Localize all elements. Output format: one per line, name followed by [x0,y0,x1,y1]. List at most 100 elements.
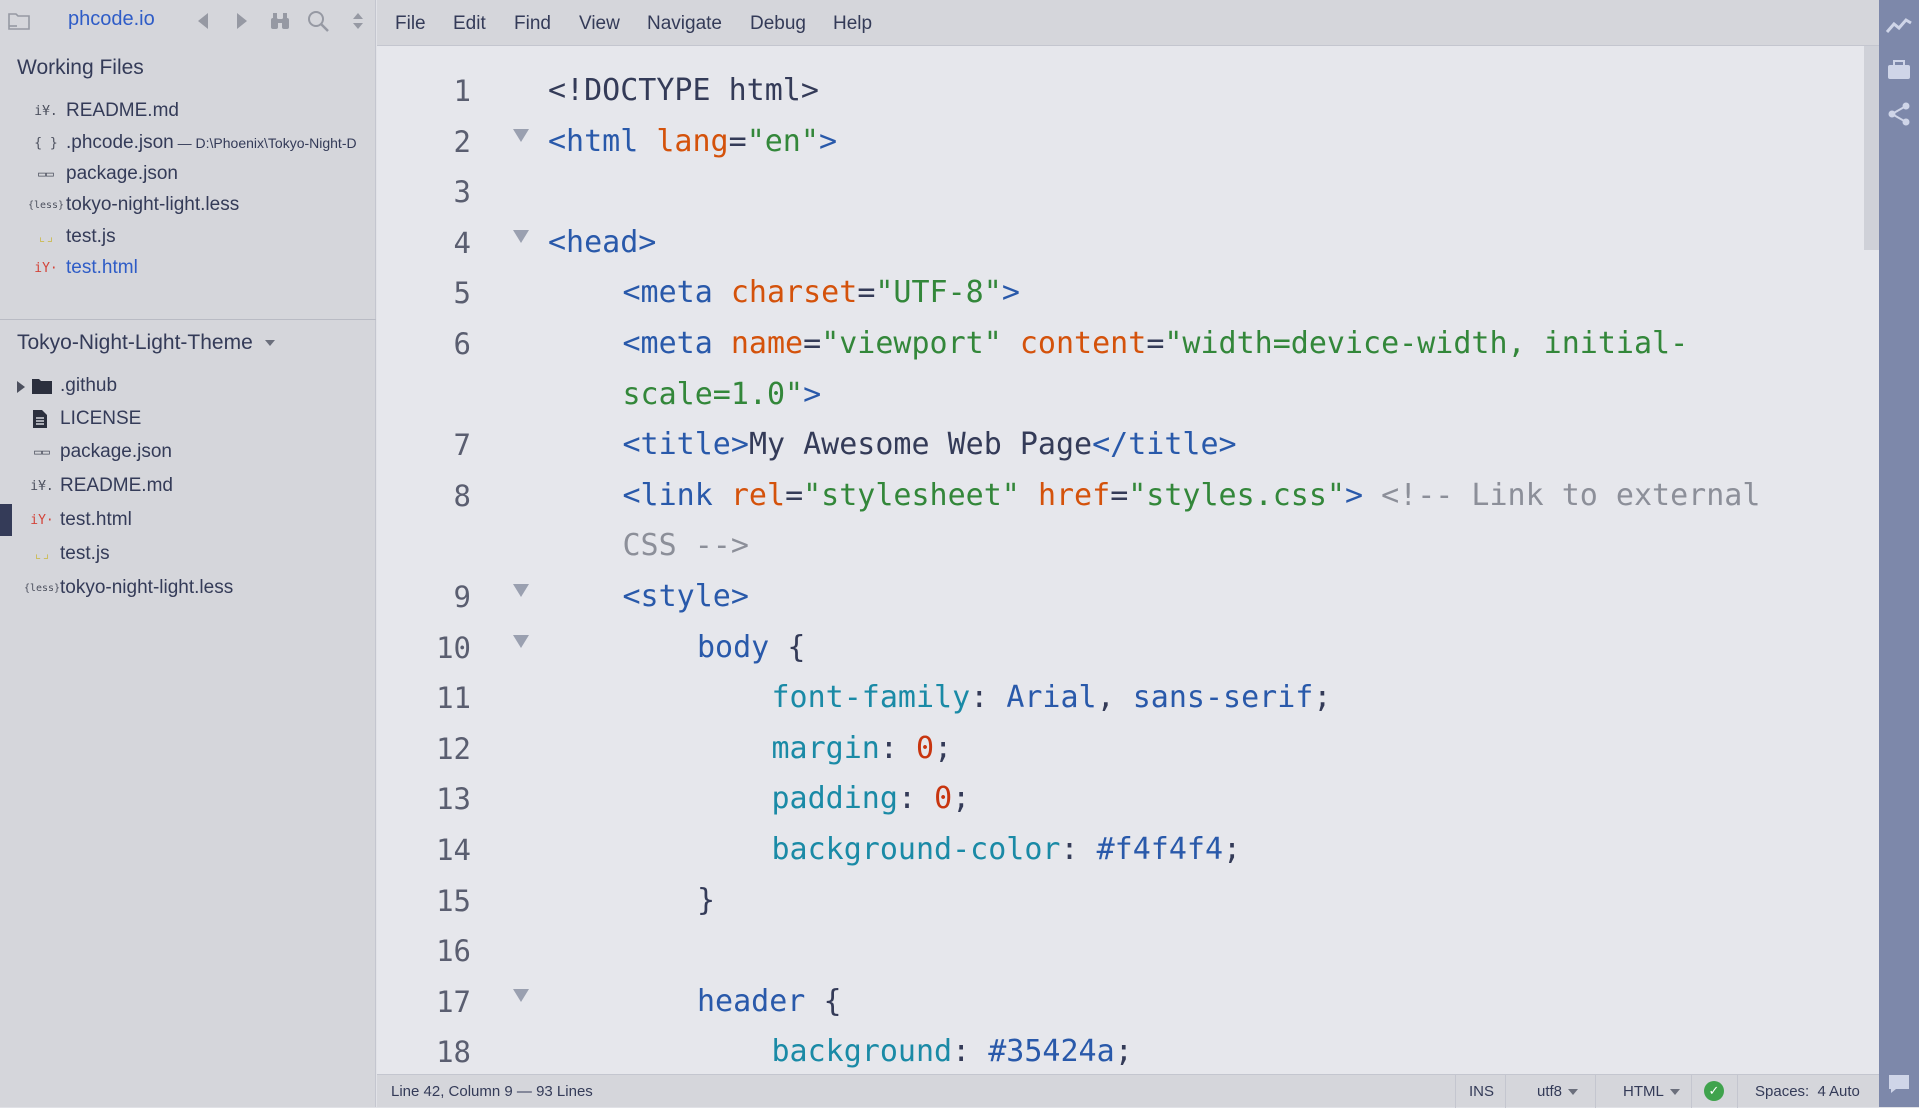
line-number: 11 [436,681,471,716]
tree-item[interactable]: {less} tokyo-night-light.less [0,573,376,603]
code-text[interactable]: <head> [548,218,656,268]
code-text[interactable]: background: #35424a; [772,1027,1133,1074]
expand-arrow-icon[interactable] [17,381,25,393]
encoding-select[interactable]: utf8 [1537,1083,1579,1100]
html-file-icon: iY· [34,260,58,276]
code-token: name [730,326,804,361]
code-token: <head> [548,224,657,260]
tree-item[interactable]: i¥. README.md [0,471,376,501]
extensions-icon[interactable] [1885,56,1913,84]
binoculars-icon[interactable] [267,8,293,34]
collapse-expand-icon[interactable] [345,8,371,34]
code-text[interactable]: CSS --> [623,521,749,571]
code-token: > [1345,477,1382,513]
code-text[interactable]: <link rel="stylesheet" href="styles.css"… [623,471,1761,521]
insert-mode[interactable]: INS [1469,1083,1494,1100]
code-text[interactable]: background-color: #f4f4f4; [772,825,1242,875]
tree-item[interactable]: ▭▭ package.json [0,437,376,467]
code-line[interactable]: CSS --> [377,521,1879,571]
code-token: </title> [1092,427,1237,463]
scrollbar-thumb[interactable] [1864,46,1879,250]
tree-item[interactable]: LICENSE [0,404,376,434]
language-select[interactable]: HTML [1623,1083,1680,1100]
code-line[interactable]: 4 <head> [377,218,1879,268]
menu-bar: File Edit Find View Navigate Debug Help [377,0,1879,46]
chevron-down-icon [264,340,275,347]
working-file-item[interactable]: { } .phcode.json — D:\Phoenix\Tokyo-Nigh… [0,128,376,158]
back-arrow-icon[interactable] [190,8,216,34]
code-line[interactable]: 10 body { [377,623,1879,673]
code-token: <html [548,123,657,159]
cursor-position[interactable]: Line 42, Column 9 — 93 Lines [391,1083,593,1100]
working-file-item[interactable]: ⌞⌟ test.js [0,222,376,252]
tree-item-folder[interactable]: .github [0,371,376,401]
code-line[interactable]: 8 <link rel="stylesheet" href="styles.css… [377,471,1879,521]
code-line[interactable]: 14 background-color: #f4f4f4; [377,825,1879,875]
tree-item-selected[interactable]: iY· test.html [0,505,376,535]
code-line[interactable]: 2 <html lang="en"> [377,117,1879,167]
add-folder-icon[interactable] [6,8,32,34]
code-line[interactable]: 18 background: #35424a; [377,1027,1879,1074]
menu-edit[interactable]: Edit [453,13,486,35]
code-line[interactable]: scale=1.0"> [377,370,1879,420]
code-text[interactable]: padding: 0; [772,774,971,824]
working-file-item[interactable]: i¥. README.md [0,96,376,126]
code-line[interactable]: 16 [377,926,1879,976]
code-line[interactable]: 6 <meta name="viewport" content="width=de… [377,319,1879,369]
menu-help[interactable]: Help [833,13,872,35]
code-line[interactable]: 12 margin: 0; [377,724,1879,774]
code-text[interactable]: <style> [623,572,749,622]
lint-ok-icon[interactable]: ✓ [1704,1081,1724,1101]
forward-arrow-icon[interactable] [229,8,255,34]
menu-view[interactable]: View [579,13,620,35]
code-text[interactable]: margin: 0; [772,724,953,774]
working-file-item[interactable]: {less} tokyo-night-light.less [0,190,376,220]
status-divider [1505,1075,1506,1108]
code-text[interactable]: header { [697,977,842,1027]
working-file-item[interactable]: ▭▭ package.json [0,159,376,189]
code-line[interactable]: 11 font-family: Arial, sans-serif; [377,673,1879,723]
code-text[interactable]: <html lang="en"> [548,117,837,167]
menu-debug[interactable]: Debug [750,13,806,35]
code-token: = [728,123,747,159]
share-icon[interactable] [1885,100,1913,128]
code-text[interactable]: <meta charset="UTF-8"> [623,268,1020,318]
fold-toggle-icon[interactable] [513,584,529,597]
code-line[interactable]: 13 padding: 0; [377,774,1879,824]
code-line[interactable]: 7 <title>My Awesome Web Page</title> [377,420,1879,470]
project-name: Tokyo-Night-Light-Theme [17,331,253,354]
code-line[interactable]: 1 <!DOCTYPE html> [377,66,1879,116]
code-text[interactable]: } [697,876,715,926]
project-dropdown[interactable]: Tokyo-Night-Light-Theme [17,331,275,355]
tree-item[interactable]: ⌞⌟ test.js [0,539,376,569]
search-icon[interactable] [305,8,331,34]
feedback-icon[interactable] [1885,1070,1913,1098]
code-text[interactable]: <title>My Awesome Web Page</title> [623,420,1237,470]
indent-spaces[interactable]: Spaces: 4 [1755,1083,1826,1100]
fold-toggle-icon[interactable] [513,988,529,1002]
fold-toggle-icon[interactable] [513,229,529,243]
code-line[interactable]: 17 header { [377,977,1879,1027]
code-line[interactable]: 15} [377,876,1879,926]
code-text[interactable]: <meta name="viewport" content="width=dev… [623,319,1689,369]
fold-toggle-icon[interactable] [513,634,529,648]
code-text[interactable]: font-family: Arial, sans-serif; [772,673,1332,723]
code-editor[interactable]: 1 <!DOCTYPE html> 2 <html lang="en"> 3 4 <head… [377,46,1879,1074]
code-text[interactable]: <!DOCTYPE html> [548,66,819,116]
menu-find[interactable]: Find [514,13,551,35]
code-text[interactable]: scale=1.0"> [623,370,822,420]
indent-auto[interactable]: Auto [1829,1083,1860,1100]
live-preview-icon[interactable] [1885,12,1913,40]
menu-navigate[interactable]: Navigate [647,13,722,35]
code-text[interactable]: body { [697,623,805,673]
line-number: 17 [436,984,471,1019]
code-token: = [857,275,876,311]
code-line[interactable]: 5 <meta charset="UTF-8"> [377,268,1879,318]
fold-toggle-icon[interactable] [513,128,529,142]
code-line[interactable]: 3 [377,167,1879,217]
menu-file[interactable]: File [395,13,426,35]
code-line[interactable]: 9 <style> [377,572,1879,622]
project-title[interactable]: phcode.io [68,8,155,31]
tree-item-name: package.json [60,441,172,462]
working-file-item-active[interactable]: iY· test.html [0,253,376,283]
